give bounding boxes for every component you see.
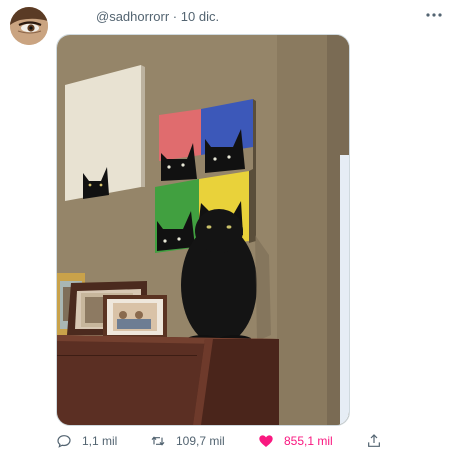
- share-button[interactable]: [366, 430, 382, 452]
- tweet-actions-bar: 1,1 mil 109,7 mil 855,1 mil: [0, 430, 450, 452]
- avatar[interactable]: [10, 7, 48, 45]
- user-handle[interactable]: @sadhorrorr: [96, 9, 169, 24]
- black-cat-photo: [57, 35, 349, 425]
- meta-separator: ·: [172, 9, 178, 24]
- like-button[interactable]: 855,1 mil: [258, 430, 333, 452]
- heart-filled-icon: [259, 435, 273, 447]
- tweet-photo[interactable]: [56, 34, 350, 426]
- reply-button[interactable]: 1,1 mil: [56, 430, 117, 452]
- more-horizontal-icon: [426, 13, 442, 17]
- retweet-button[interactable]: 109,7 mil: [150, 430, 225, 452]
- share-icon: [368, 434, 380, 447]
- more-options-button[interactable]: [424, 7, 444, 23]
- avatar-image: [10, 7, 48, 45]
- reply-icon: [57, 435, 71, 448]
- tweet-date[interactable]: 10 dic.: [181, 9, 219, 24]
- tweet-meta: @sadhorrorr · 10 dic.: [96, 9, 219, 24]
- retweet-icon: [151, 436, 165, 446]
- retweet-count: 109,7 mil: [176, 434, 225, 448]
- like-count: 855,1 mil: [284, 434, 333, 448]
- reply-count: 1,1 mil: [82, 434, 118, 448]
